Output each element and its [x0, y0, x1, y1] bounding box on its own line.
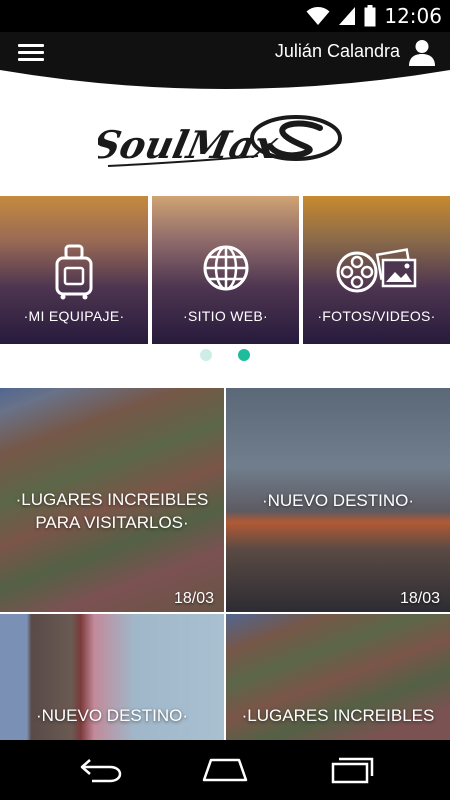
- news-card[interactable]: ·LUGARES INCREIBLES PARA VISITARLOS· 18/…: [0, 388, 224, 612]
- quick-links-carousel[interactable]: ·MI EQUIPAJE· ·SITIO WEB· ·FOTOS/VIDEOS·: [0, 196, 450, 344]
- quick-link-fotos-videos[interactable]: ·FOTOS/VIDEOS·: [303, 196, 450, 344]
- quick-link-label: ·FOTOS/VIDEOS·: [317, 308, 436, 324]
- news-title-line-1: ·NUEVO DESTINO·: [35, 706, 189, 725]
- photos-videos-icon: [336, 248, 416, 293]
- news-card[interactable]: ·NUEVO DESTINO· 18/03: [226, 388, 450, 612]
- luggage-icon: [55, 244, 93, 300]
- news-title-line-1: ·LUGARES INCREIBLES: [241, 706, 435, 725]
- user-account-icon[interactable]: [408, 38, 436, 66]
- back-icon[interactable]: [78, 756, 122, 784]
- news-title-line-2: PARA VISITARLOS·: [35, 513, 189, 532]
- soulmax-logo: SoulMax: [88, 112, 346, 174]
- app-header: Julián Calandra: [0, 32, 450, 94]
- news-card[interactable]: ·NUEVO DESTINO·: [0, 614, 224, 740]
- news-grid: ·LUGARES INCREIBLES PARA VISITARLOS· 18/…: [0, 388, 450, 740]
- news-title-line-1: ·LUGARES INCREIBLES: [15, 490, 209, 509]
- wifi-icon: [306, 7, 330, 25]
- status-bar: 12:06: [0, 0, 450, 32]
- home-icon[interactable]: [202, 756, 248, 784]
- quick-link-mi-equipaje[interactable]: ·MI EQUIPAJE·: [0, 196, 148, 344]
- user-name[interactable]: Julián Calandra: [275, 41, 400, 62]
- news-date: 18/03: [173, 590, 214, 607]
- news-card[interactable]: ·LUGARES INCREIBLES: [226, 614, 450, 740]
- android-navigation-bar: [0, 740, 450, 800]
- quick-link-label: ·SITIO WEB·: [183, 308, 268, 324]
- battery-icon: [364, 5, 376, 27]
- status-icons: 12:06: [306, 4, 442, 28]
- recent-apps-icon[interactable]: [330, 756, 374, 784]
- news-title-line-1: ·NUEVO DESTINO·: [261, 491, 415, 510]
- hamburger-menu-icon[interactable]: [16, 40, 46, 64]
- news-date: 18/03: [399, 590, 440, 607]
- quick-link-sitio-web[interactable]: ·SITIO WEB·: [152, 196, 299, 344]
- globe-icon: [203, 245, 248, 291]
- carousel-pagination: [0, 349, 450, 363]
- carousel-dot-2-active[interactable]: [238, 349, 250, 361]
- quick-link-label: ·MI EQUIPAJE·: [23, 308, 125, 324]
- status-clock: 12:06: [384, 4, 442, 28]
- carousel-dot-1[interactable]: [200, 349, 212, 361]
- cellular-signal-icon: [339, 7, 356, 25]
